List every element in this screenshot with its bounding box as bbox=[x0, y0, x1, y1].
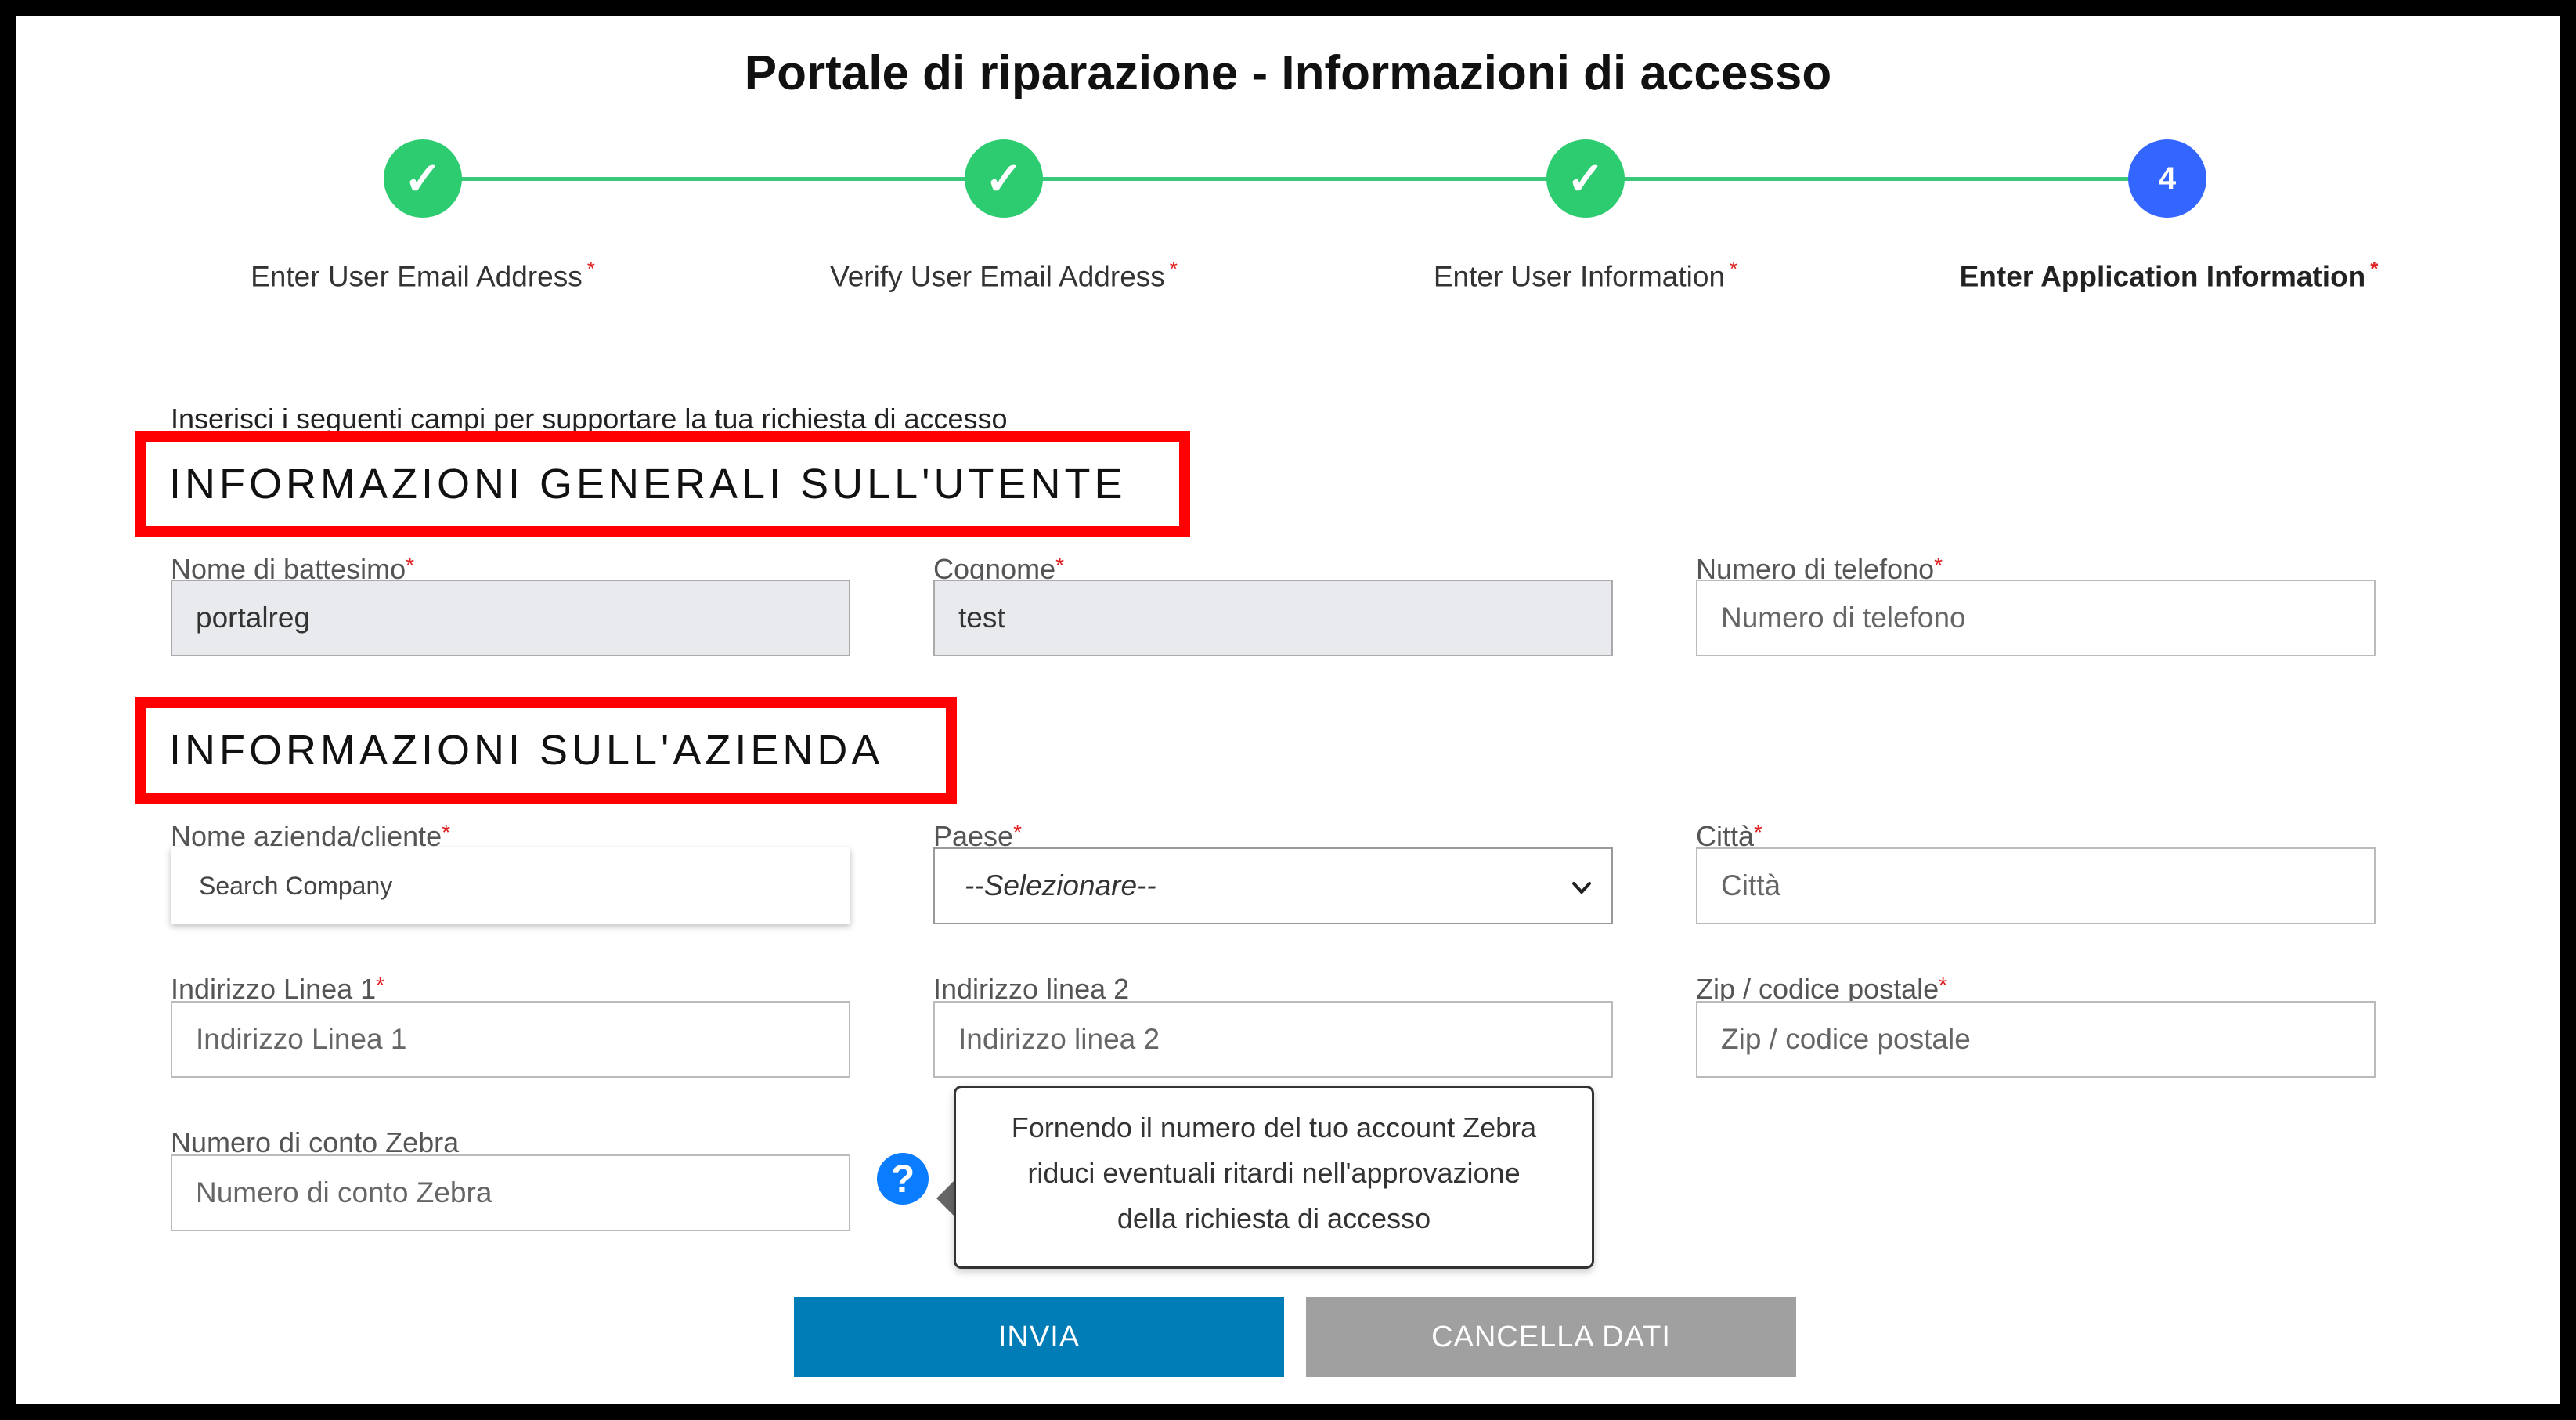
step-3-label: Enter User Information * bbox=[1304, 257, 1867, 293]
step-2-label-text: Verify User Email Address bbox=[830, 260, 1165, 293]
account-help-tooltip: Fornendo il numero del tuo account Zebra… bbox=[954, 1086, 1594, 1269]
required-mark: * bbox=[376, 973, 385, 997]
tooltip-line-3: della richiesta di accesso bbox=[1117, 1202, 1431, 1234]
step-1-label: Enter User Email Address * bbox=[141, 257, 705, 293]
required-mark: * bbox=[1754, 820, 1762, 844]
required-mark: * bbox=[406, 553, 415, 577]
page-title: Portale di riparazione - Informazioni di… bbox=[744, 46, 1832, 100]
step-3-check-icon: ✓ bbox=[1546, 139, 1625, 218]
user-section-title: INFORMAZIONI GENERALI SULL'UTENTE bbox=[169, 461, 1127, 508]
required-mark: * bbox=[2370, 257, 2379, 280]
step-1-label-text: Enter User Email Address bbox=[251, 260, 583, 293]
step-2-check-icon: ✓ bbox=[965, 139, 1043, 218]
user-section-header: INFORMAZIONI GENERALI SULL'UTENTE bbox=[135, 431, 1190, 537]
country-select[interactable]: --Selezionare-- bbox=[933, 847, 1613, 924]
required-mark: * bbox=[1013, 820, 1022, 844]
company-search-input[interactable] bbox=[171, 847, 850, 924]
zip-label-text: Zip / codice postale bbox=[1696, 973, 1939, 1005]
required-mark: * bbox=[1939, 973, 1948, 997]
step-3-label-text: Enter User Information bbox=[1433, 260, 1726, 293]
last-name-field[interactable] bbox=[933, 580, 1613, 656]
page-frame: Portale di riparazione - Informazioni di… bbox=[16, 16, 2560, 1404]
company-section-title: INFORMAZIONI SULL'AZIENDA bbox=[169, 727, 884, 774]
first-name-field[interactable] bbox=[171, 580, 850, 656]
zip-field[interactable] bbox=[1696, 1001, 2376, 1078]
question-circle-icon[interactable]: ? bbox=[877, 1153, 929, 1205]
tooltip-line-2: riduci eventuali ritardi nell'approvazio… bbox=[1027, 1157, 1521, 1189]
step-4-label: Enter Application Information * bbox=[1887, 257, 2451, 293]
address2-field[interactable] bbox=[933, 1001, 1613, 1078]
city-field[interactable] bbox=[1696, 847, 2376, 924]
submit-button[interactable]: INVIA bbox=[794, 1297, 1284, 1377]
required-mark: * bbox=[1169, 257, 1178, 280]
step-4-number: 4 bbox=[2128, 139, 2206, 218]
tooltip-arrow bbox=[936, 1181, 954, 1216]
required-mark: * bbox=[442, 820, 451, 844]
company-section-header: INFORMAZIONI SULL'AZIENDA bbox=[135, 697, 957, 804]
stepper-connector bbox=[423, 177, 2177, 181]
tooltip-line-1: Fornendo il numero del tuo account Zebra bbox=[1011, 1111, 1537, 1144]
phone-field[interactable] bbox=[1696, 580, 2376, 656]
clear-data-button[interactable]: CANCELLA DATI bbox=[1306, 1297, 1796, 1377]
address2-label-text: Indirizzo linea 2 bbox=[933, 973, 1130, 1005]
step-4-label-text: Enter Application Information bbox=[1959, 260, 2366, 293]
required-mark: * bbox=[1055, 553, 1064, 577]
address1-label-text: Indirizzo Linea 1 bbox=[171, 973, 377, 1005]
required-mark: * bbox=[1934, 553, 1943, 577]
required-mark: * bbox=[1730, 257, 1738, 280]
step-1-check-icon: ✓ bbox=[384, 139, 462, 218]
step-2-label: Verify User Email Address * bbox=[722, 257, 1286, 293]
required-mark: * bbox=[586, 257, 595, 280]
account-number-field[interactable] bbox=[171, 1154, 850, 1231]
chevron-down-icon bbox=[1572, 882, 1591, 894]
country-selected-value: --Selezionare-- bbox=[965, 869, 1156, 902]
address1-field[interactable] bbox=[171, 1001, 850, 1078]
account-number-label-text: Numero di conto Zebra bbox=[171, 1126, 460, 1158]
